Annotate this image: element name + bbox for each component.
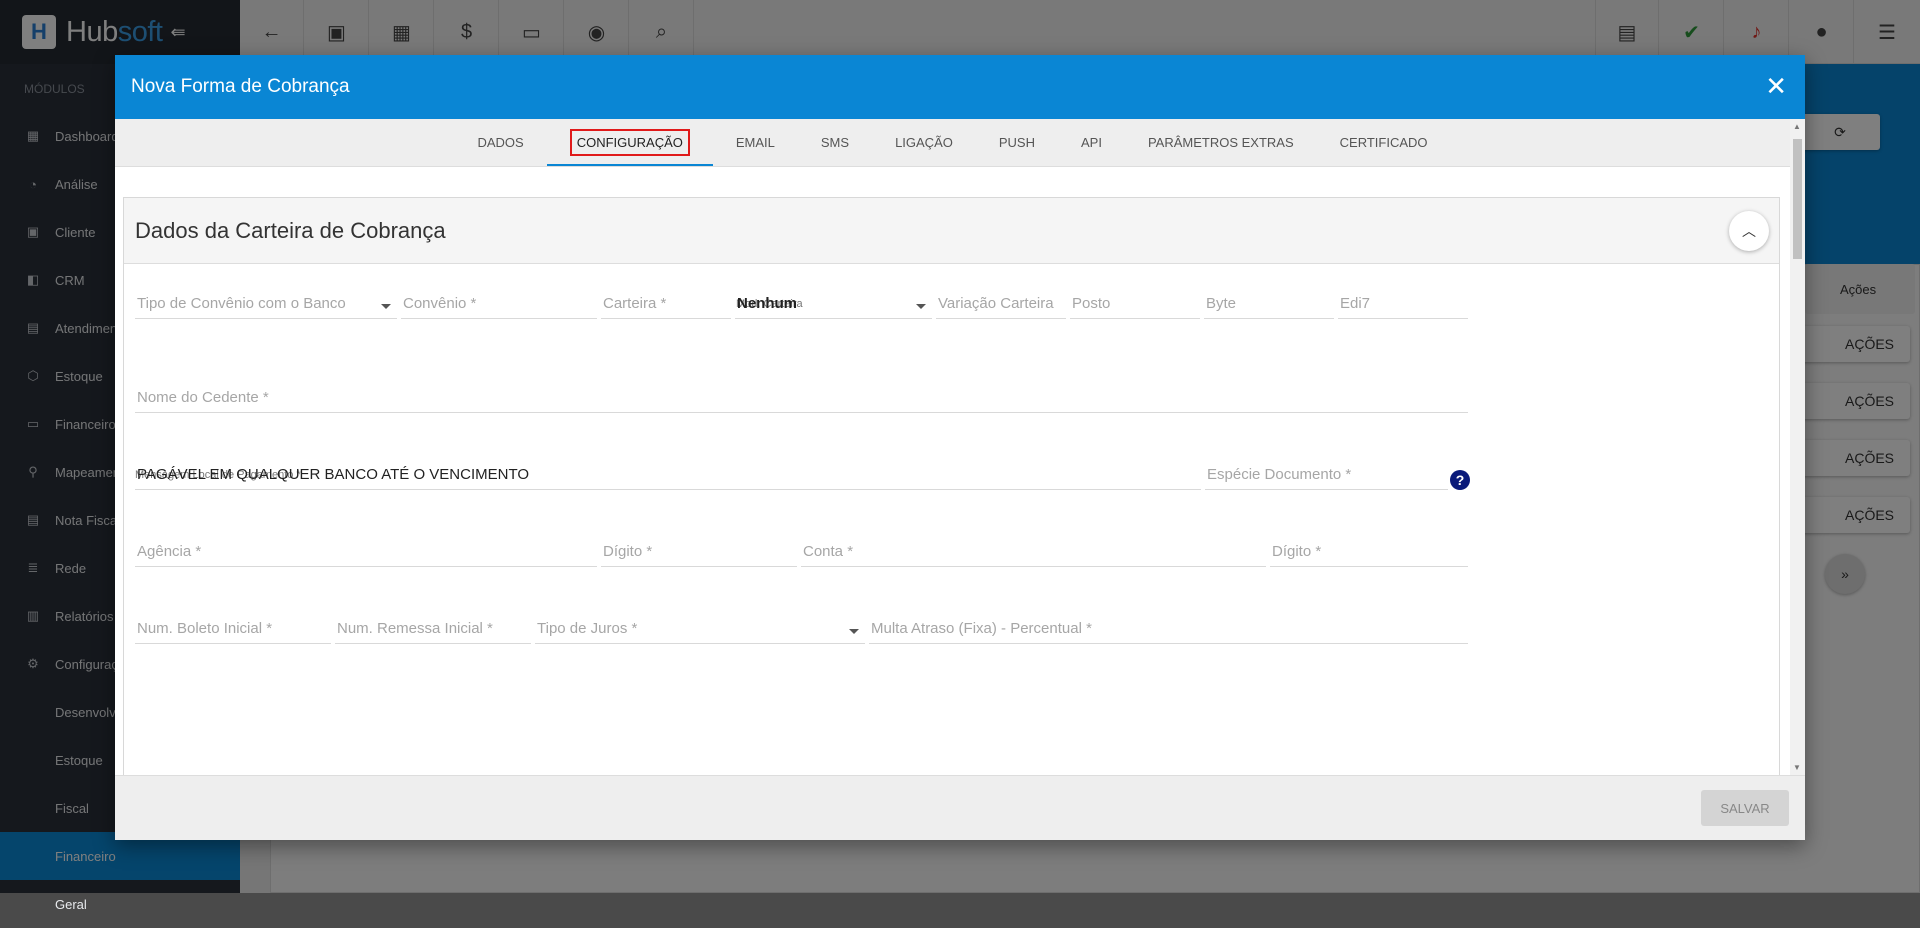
dialog-title: Nova Forma de Cobrança [131,76,350,97]
initial-remittance-number-input[interactable]: Num. Remessa Inicial * [335,616,531,644]
field-label: Byte [1206,295,1237,312]
tab-certificado[interactable]: CERTIFICADO [1317,119,1451,166]
bank-agreement-type-select[interactable]: Tipo de Convênio com o Banco [135,291,397,319]
dialog-footer: SALVAR [115,775,1805,840]
tab-label: CONFIGURAÇÃO [569,129,690,156]
tab-label: EMAIL [735,135,775,150]
tab-label: SMS [820,135,850,150]
tab-email[interactable]: EMAIL [713,119,798,166]
assignor-name-input[interactable]: Nome do Cedente * [135,385,1468,413]
wallet-variation-input[interactable]: Variação Carteira [936,291,1066,319]
tab-sms[interactable]: SMS [798,119,872,166]
tab-configuracao[interactable]: CONFIGURAÇÃO [546,119,714,166]
wallet-input[interactable]: Carteira * [601,291,731,319]
post-input[interactable]: Posto [1070,291,1200,319]
agreement-input[interactable]: Convênio * [401,291,597,319]
chevron-down-icon [381,304,391,309]
account-digit-input[interactable]: Dígito * [1270,539,1468,567]
field-value: Nenhum [737,295,797,312]
tab-label: PARÂMETROS EXTRAS [1147,135,1294,150]
scrollbar-thumb[interactable] [1793,139,1802,259]
document-type-input[interactable]: Espécie Documento * [1205,462,1448,490]
section-title: Dados da Carteira de Cobrança [135,217,446,243]
help-icon[interactable]: ? [1450,470,1470,490]
field-label: Num. Boleto Inicial * [137,620,273,637]
scroll-up-icon[interactable]: ▲ [1793,122,1801,131]
tab-dados[interactable]: DADOS [454,119,546,166]
byte-input[interactable]: Byte [1204,291,1334,319]
field-label: Espécie Documento * [1207,466,1352,483]
section-header: Dados da Carteira de Cobrança ︿ [124,198,1779,264]
tab-label: API [1080,135,1102,150]
field-label: Variação Carteira [938,295,1054,312]
save-button[interactable]: SALVAR [1701,790,1789,826]
field-label: Tipo de Convênio com o Banco [137,295,346,312]
field-label: Edi7 [1340,295,1371,312]
tab-bar: DADOS CONFIGURAÇÃO EMAIL SMS LIGAÇÃO PUSH API P… [115,119,1790,167]
dialog-body: DADOS CONFIGURAÇÃO EMAIL SMS LIGAÇÃO PUSH API P… [115,119,1790,775]
field-value: PAGÁVEL EM QUALQUER BANCO ATÉ O VENCIMEN… [137,466,530,483]
agency-digit-input[interactable]: Dígito * [601,539,797,567]
tab-label: CERTIFICADO [1339,135,1428,150]
edi7-input[interactable]: Edi7 [1338,291,1468,319]
chevron-up-icon[interactable]: ︿ [1729,211,1769,251]
field-label: Tipo de Juros * [537,620,638,637]
close-icon[interactable]: ✕ [1765,73,1787,99]
field-label: Dígito * [603,543,653,560]
field-label: Nome do Cedente * [137,389,269,406]
billing-wallet-section: Dados da Carteira de Cobrança ︿ Tipo de … [123,197,1780,775]
agency-input[interactable]: Agência * [135,539,597,567]
chevron-down-icon [849,629,859,634]
scroll-down-icon[interactable]: ▼ [1793,763,1801,772]
initial-slip-number-input[interactable]: Num. Boleto Inicial * [135,616,331,644]
tab-ligacao[interactable]: LIGAÇÃO [872,119,976,166]
tab-label: LIGAÇÃO [895,135,953,150]
interest-type-select[interactable]: Tipo de Juros * [535,616,865,644]
tab-push[interactable]: PUSH [976,119,1058,166]
field-label: Convênio * [403,295,477,312]
wallet-mode-select[interactable]: Nenhum [735,291,932,319]
tab-parametros-extras[interactable]: PARÂMETROS EXTRAS [1125,119,1317,166]
dialog-scrollbar[interactable]: ▲ ▼ [1790,119,1805,775]
tab-label: DADOS [477,135,524,150]
account-input[interactable]: Conta * [801,539,1266,567]
field-label: Dígito * [1272,543,1322,560]
payment-message-input[interactable]: PAGÁVEL EM QUALQUER BANCO ATÉ O VENCIMEN… [135,462,1201,490]
chevron-down-icon [916,304,926,309]
tab-api[interactable]: API [1058,119,1125,166]
field-label: Num. Remessa Inicial * [337,620,493,637]
field-label: Agência * [137,543,202,560]
field-label: Multa Atraso (Fixa) - Percentual * [871,620,1092,637]
late-fee-percent-input[interactable]: Multa Atraso (Fixa) - Percentual * [869,616,1468,644]
tab-label: PUSH [998,135,1035,150]
field-label: Posto [1072,295,1111,312]
field-label: Carteira * [603,295,667,312]
new-billing-method-dialog: Nova Forma de Cobrança ✕ DADOS CONFIGURAÇ… [115,55,1805,840]
field-label: Conta * [803,543,854,560]
dialog-header: Nova Forma de Cobrança ✕ [115,55,1805,119]
